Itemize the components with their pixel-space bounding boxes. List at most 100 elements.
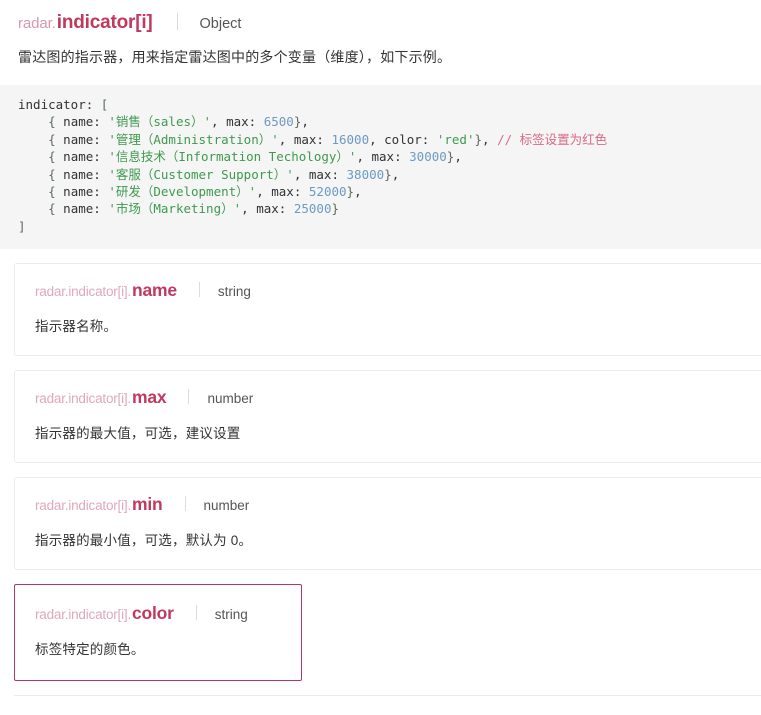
code-token-plain: : <box>278 201 294 217</box>
code-token-key: indicator <box>18 97 86 112</box>
code-token-key: name <box>55 184 94 200</box>
property-card-list: radar.indicator[i]. name string 指示器名称。 radar… <box>0 249 761 682</box>
property-card-prefix: radar.indicator[i]. <box>35 607 131 623</box>
property-card-header: radar.indicator[i]. min number <box>35 494 761 515</box>
code-token-key: , max <box>278 131 317 147</box>
property-card-description: 指示器的最小值，可选，默认为 0。 <box>35 533 253 549</box>
code-token-num: 6500 <box>263 114 294 130</box>
code-token-key: , max <box>356 149 395 165</box>
code-line: ] <box>18 218 761 235</box>
code-token-plain: : <box>293 184 309 200</box>
code-line: indicator: [ <box>18 96 761 113</box>
code-token-punc: { <box>48 166 56 182</box>
code-token-plain: : <box>421 131 437 147</box>
property-card-name[interactable]: name <box>132 280 177 301</box>
code-token-plain: : <box>93 149 109 165</box>
property-path-prefix: radar. <box>18 15 56 32</box>
property-card-prefix: radar.indicator[i]. <box>35 391 131 407</box>
property-card-max[interactable]: radar.indicator[i]. max number 指示器的最大值，可选，建… <box>14 370 761 464</box>
code-line: { name: '管理（Administration）', max: 16000… <box>18 131 761 148</box>
code-token-plain: , <box>301 114 309 130</box>
code-line: { name: '研发（Development）', max: 52000}, <box>18 183 761 200</box>
property-card-divider <box>198 282 200 298</box>
property-card-description: 指示器名称。 <box>35 319 118 335</box>
header-divider <box>176 13 178 30</box>
code-token-str: '信息技术（Information Techology）' <box>108 149 357 165</box>
code-line: { name: '市场（Marketing）', max: 25000} <box>18 200 761 217</box>
code-token-str: '研发（Development）' <box>108 184 257 200</box>
code-line: { name: '客服（Customer Support）', max: 380… <box>18 166 761 183</box>
property-card-prefix: radar.indicator[i]. <box>35 498 131 514</box>
code-token-plain: , <box>454 149 462 165</box>
property-card-description: 指示器的最大值，可选，建议设置 <box>35 426 241 442</box>
code-token-key: name <box>55 201 94 217</box>
code-token-plain: : <box>331 166 347 182</box>
code-token-punc: } <box>474 131 483 147</box>
property-card-type: string <box>214 607 248 623</box>
code-token-plain: : <box>93 166 109 182</box>
code-token-plain: : <box>85 97 101 112</box>
code-token-num: 16000 <box>331 131 370 147</box>
property-card-header: radar.indicator[i]. name string <box>35 280 761 301</box>
code-example-block: indicator: [ { name: '销售（sales）', max: 6… <box>0 85 761 250</box>
property-card-header: radar.indicator[i]. color string <box>35 603 301 624</box>
code-token-key: , max <box>256 184 294 200</box>
code-token-key: , max <box>241 201 279 217</box>
next-section-divider <box>14 695 761 715</box>
code-line: { name: '信息技术（Information Techology）', m… <box>18 148 761 165</box>
code-token-key: name <box>55 131 94 147</box>
code-token-str: '销售（sales）' <box>108 114 212 130</box>
code-token-plain: : <box>93 114 109 130</box>
property-card-prefix: radar.indicator[i]. <box>35 284 131 300</box>
property-card-min[interactable]: radar.indicator[i]. min number 指示器的最小值，可选，默… <box>14 477 761 571</box>
code-token-plain: : <box>93 131 109 147</box>
code-token-plain: : <box>394 149 410 165</box>
code-token-punc: { <box>48 184 56 200</box>
code-token-plain: : <box>248 114 264 130</box>
code-token-plain: : <box>93 184 109 200</box>
code-token-key: name <box>55 149 94 165</box>
code-token-num: 30000 <box>409 149 447 165</box>
property-card-type: string <box>217 284 251 300</box>
property-card-name[interactable]: max <box>132 387 167 408</box>
property-path-name: indicator[i] <box>56 12 153 33</box>
intro-description: 雷达图的指示器，用来指定雷达图中的多个变量（维度），如下示例。 <box>18 49 452 65</box>
code-token-num: 25000 <box>293 201 332 217</box>
property-card-color[interactable]: radar.indicator[i]. color string 标签特定的颜色。 <box>14 584 302 682</box>
code-token-punc: } <box>346 184 355 200</box>
property-card-type: number <box>207 391 254 407</box>
code-token-punc: } <box>384 166 392 182</box>
code-token-punc: { <box>48 149 56 165</box>
code-token-num: 38000 <box>346 166 385 182</box>
property-header: radar. indicator[i] Object <box>0 0 761 40</box>
property-card-description: 标签特定的颜色。 <box>35 642 145 658</box>
code-token-key: , color <box>369 131 422 147</box>
code-token-str: 'red' <box>436 131 475 147</box>
code-token-key: , max <box>293 166 332 182</box>
code-token-key: name <box>55 114 94 130</box>
property-card-type: number <box>203 498 250 514</box>
property-type-label: Object <box>199 16 242 32</box>
code-token-plain: , <box>391 166 400 182</box>
code-token-punc: [ <box>100 97 109 112</box>
code-token-plain: , <box>354 184 362 200</box>
code-token-punc: { <box>48 114 56 130</box>
property-card-name[interactable]: radar.indicator[i]. name string 指示器名称。 <box>14 263 761 357</box>
property-card-divider <box>184 496 186 512</box>
code-token-punc: } <box>331 201 340 217</box>
code-token-key: , max <box>211 114 249 130</box>
code-token-cmt: // 标签设置为红色 <box>497 131 608 147</box>
code-token-str: '市场（Marketing）' <box>108 201 242 217</box>
property-card-name[interactable]: min <box>132 494 163 515</box>
code-token-num: 52000 <box>308 184 347 200</box>
code-token-punc: { <box>48 201 56 217</box>
code-token-plain: , <box>482 131 498 147</box>
property-card-name[interactable]: color <box>132 603 174 624</box>
code-token-plain: : <box>316 131 332 147</box>
